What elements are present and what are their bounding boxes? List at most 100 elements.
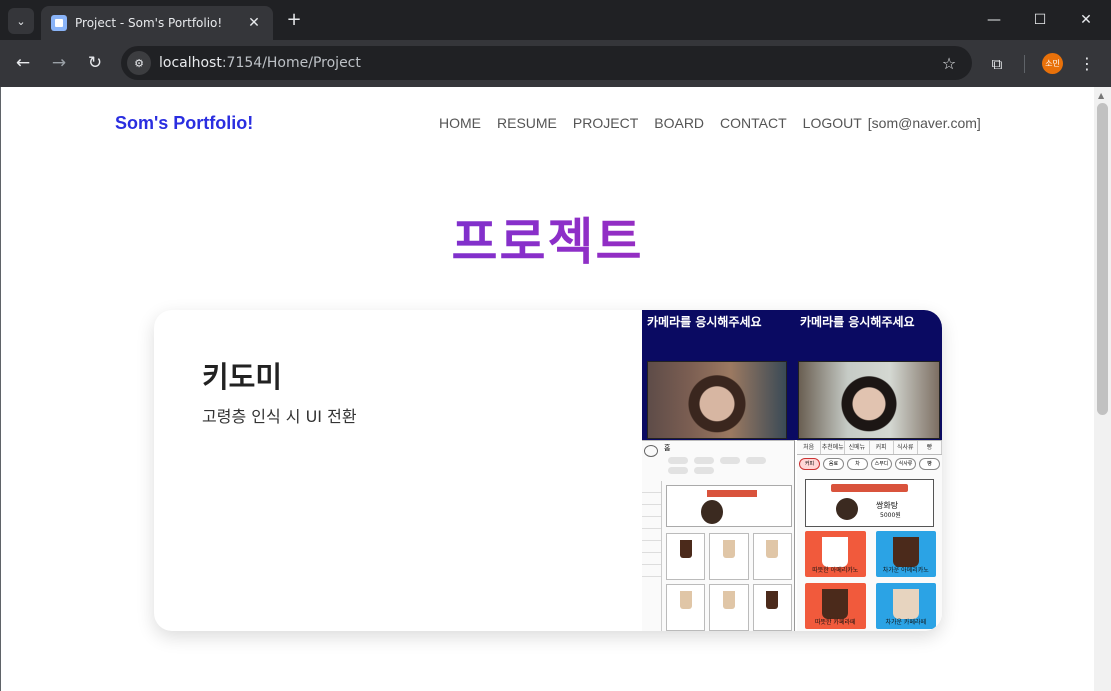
project-title: 키도미 <box>202 360 283 394</box>
nav-project[interactable]: PROJECT <box>573 115 638 131</box>
cup-image <box>892 589 919 619</box>
pill <box>694 467 714 474</box>
menu-item: 따뜻한 카페라떼 <box>805 583 866 629</box>
forward-button[interactable]: → <box>44 48 74 78</box>
kiosk-pill: 차 <box>847 458 868 470</box>
pill <box>668 457 688 464</box>
kiosk-tab: 식사류 <box>894 441 918 454</box>
kiosk-right-tabs: 처음 추천메뉴 신메뉴 커피 식사류 빵 <box>797 441 942 455</box>
camera-photo-elderly <box>798 361 940 439</box>
kiosk-tab: 추천메뉴 <box>821 441 846 454</box>
cup-image <box>892 537 919 567</box>
back-button[interactable]: ← <box>8 48 38 78</box>
kiosk-right-promo: 쌍화탕 5000원 <box>805 479 934 527</box>
camera-view-left <box>642 358 795 440</box>
nav-logout[interactable]: LOGOUT <box>803 115 862 131</box>
favicon-icon <box>51 15 67 31</box>
scroll-up-arrow-icon[interactable]: ▲ <box>1098 91 1104 100</box>
tab-search-button[interactable]: ⌄ <box>8 8 34 34</box>
kiosk-standard-ui: 홈 <box>642 440 795 631</box>
project-screenshot: 카메라를 응시해주세요 카메라를 응시해주세요 홈 처음 추천메뉴 신메뉴 커피… <box>642 310 942 631</box>
kiosk-left-pills <box>668 457 788 474</box>
promo-ribbon <box>831 484 908 492</box>
page-viewport: Som's Portfolio! HOME RESUME PROJECT BOA… <box>0 87 1111 691</box>
user-email: [som@naver.com] <box>867 115 981 131</box>
site-brand-link[interactable]: Som's Portfolio! <box>115 113 253 134</box>
menu-item: 차가운 아메리카노 <box>875 531 936 577</box>
cup-image <box>822 537 849 567</box>
close-window-button[interactable]: ✕ <box>1063 0 1109 40</box>
pill <box>720 457 740 464</box>
reload-button[interactable]: ↻ <box>80 48 110 78</box>
menu-item <box>752 584 792 631</box>
site-info-icon[interactable]: ⚙ <box>127 51 151 75</box>
kiosk-tab: 신메뉴 <box>845 441 870 454</box>
camera-photo-young <box>647 361 787 439</box>
menu-item: 따뜻한 아메리카노 <box>805 531 866 577</box>
menu-item <box>666 533 706 580</box>
toolbar-divider <box>1024 55 1025 73</box>
new-tab-button[interactable]: + <box>283 9 305 31</box>
kiosk-tab: 커피 <box>870 441 894 454</box>
profile-avatar[interactable]: 소민 <box>1042 53 1063 74</box>
banner-right: 카메라를 응시해주세요 <box>795 310 942 358</box>
nav-contact[interactable]: CONTACT <box>720 115 787 131</box>
menu-item <box>709 584 749 631</box>
kiosk-left-home-label: 홈 <box>664 444 671 452</box>
nav-board[interactable]: BOARD <box>654 115 704 131</box>
menu-item-label: 차가운 카페라떼 <box>885 619 927 626</box>
menu-item-label: 따뜻한 아메리카노 <box>812 567 859 574</box>
kiosk-pill: 빵 <box>919 458 940 470</box>
camera-view-right <box>795 358 942 440</box>
nav-home[interactable]: HOME <box>439 115 481 131</box>
address-bar[interactable]: ⚙ localhost:7154/Home/Project ☆ <box>121 46 972 80</box>
kiosk-pill: 식사류 <box>895 458 916 470</box>
menu-item <box>752 533 792 580</box>
menu-item-label: 차가운 아메리카노 <box>882 567 929 574</box>
kiosk-tab: 빵 <box>918 441 942 454</box>
kiosk-pill: 스무디 <box>871 458 892 470</box>
pill <box>746 457 766 464</box>
browser-titlebar: ⌄ Project - Som's Portfolio! ✕ + — ☐ ✕ <box>0 0 1111 40</box>
site-nav: HOME RESUME PROJECT BOARD CONTACT LOGOUT… <box>439 115 981 131</box>
menu-kebab-icon[interactable]: ⋮ <box>1077 52 1097 76</box>
extensions-icon[interactable]: ⧉ <box>985 52 1009 76</box>
maximize-button[interactable]: ☐ <box>1017 0 1063 40</box>
close-tab-icon[interactable]: ✕ <box>245 15 263 31</box>
menu-item <box>666 584 706 631</box>
tab-title: Project - Som's Portfolio! <box>75 16 223 30</box>
kiosk-right-pills: 커피 음료 차 스무디 식사류 빵 <box>799 458 940 470</box>
scroll-thumb[interactable] <box>1097 103 1108 415</box>
menu-item: 차가운 카페라떼 <box>875 583 936 629</box>
kiosk-pill: 음료 <box>823 458 844 470</box>
pill <box>668 467 688 474</box>
kiosk-senior-ui: 처음 추천메뉴 신메뉴 커피 식사류 빵 커피 음료 차 스무디 식사류 빵 쌍… <box>797 440 942 631</box>
menu-item <box>709 533 749 580</box>
kiosk-tab: 처음 <box>797 441 822 454</box>
menu-item-label: 따뜻한 카페라떼 <box>814 619 856 626</box>
promo-price: 5000원 <box>880 512 901 519</box>
bookmark-star-icon[interactable]: ☆ <box>934 54 964 73</box>
promo-product-image <box>836 498 858 520</box>
cup-image <box>822 589 849 619</box>
nav-resume[interactable]: RESUME <box>497 115 557 131</box>
page-scrollbar[interactable]: ▲ <box>1094 87 1111 691</box>
url-text[interactable]: localhost:7154/Home/Project <box>159 55 934 71</box>
page-title: 프로젝트 <box>1 202 1094 274</box>
browser-toolbar: ← → ↻ ⚙ localhost:7154/Home/Project ☆ ⧉ … <box>0 40 1111 87</box>
kiosk-left-grid <box>666 533 792 631</box>
kiosk-left-promo <box>666 485 792 527</box>
minimize-button[interactable]: — <box>971 0 1017 40</box>
pill <box>694 457 714 464</box>
kiosk-right-grid: 따뜻한 아메리카노 차가운 아메리카노 따뜻한 카페라떼 차가운 카페라떼 <box>805 531 936 629</box>
project-description: 고령층 인식 시 UI 전환 <box>202 407 357 426</box>
banner-left: 카메라를 응시해주세요 <box>642 310 795 358</box>
browser-tab[interactable]: Project - Som's Portfolio! ✕ <box>41 6 273 40</box>
kiosk-left-sidebar <box>642 481 662 631</box>
kiosk-logo-icon <box>644 445 658 457</box>
project-card[interactable]: 키도미 고령층 인식 시 UI 전환 카메라를 응시해주세요 카메라를 응시해주… <box>154 310 942 631</box>
kiosk-left-header: 홈 <box>642 441 794 481</box>
kiosk-pill: 커피 <box>799 458 820 470</box>
url-host: localhost <box>159 55 222 71</box>
url-path: :7154/Home/Project <box>221 55 361 71</box>
